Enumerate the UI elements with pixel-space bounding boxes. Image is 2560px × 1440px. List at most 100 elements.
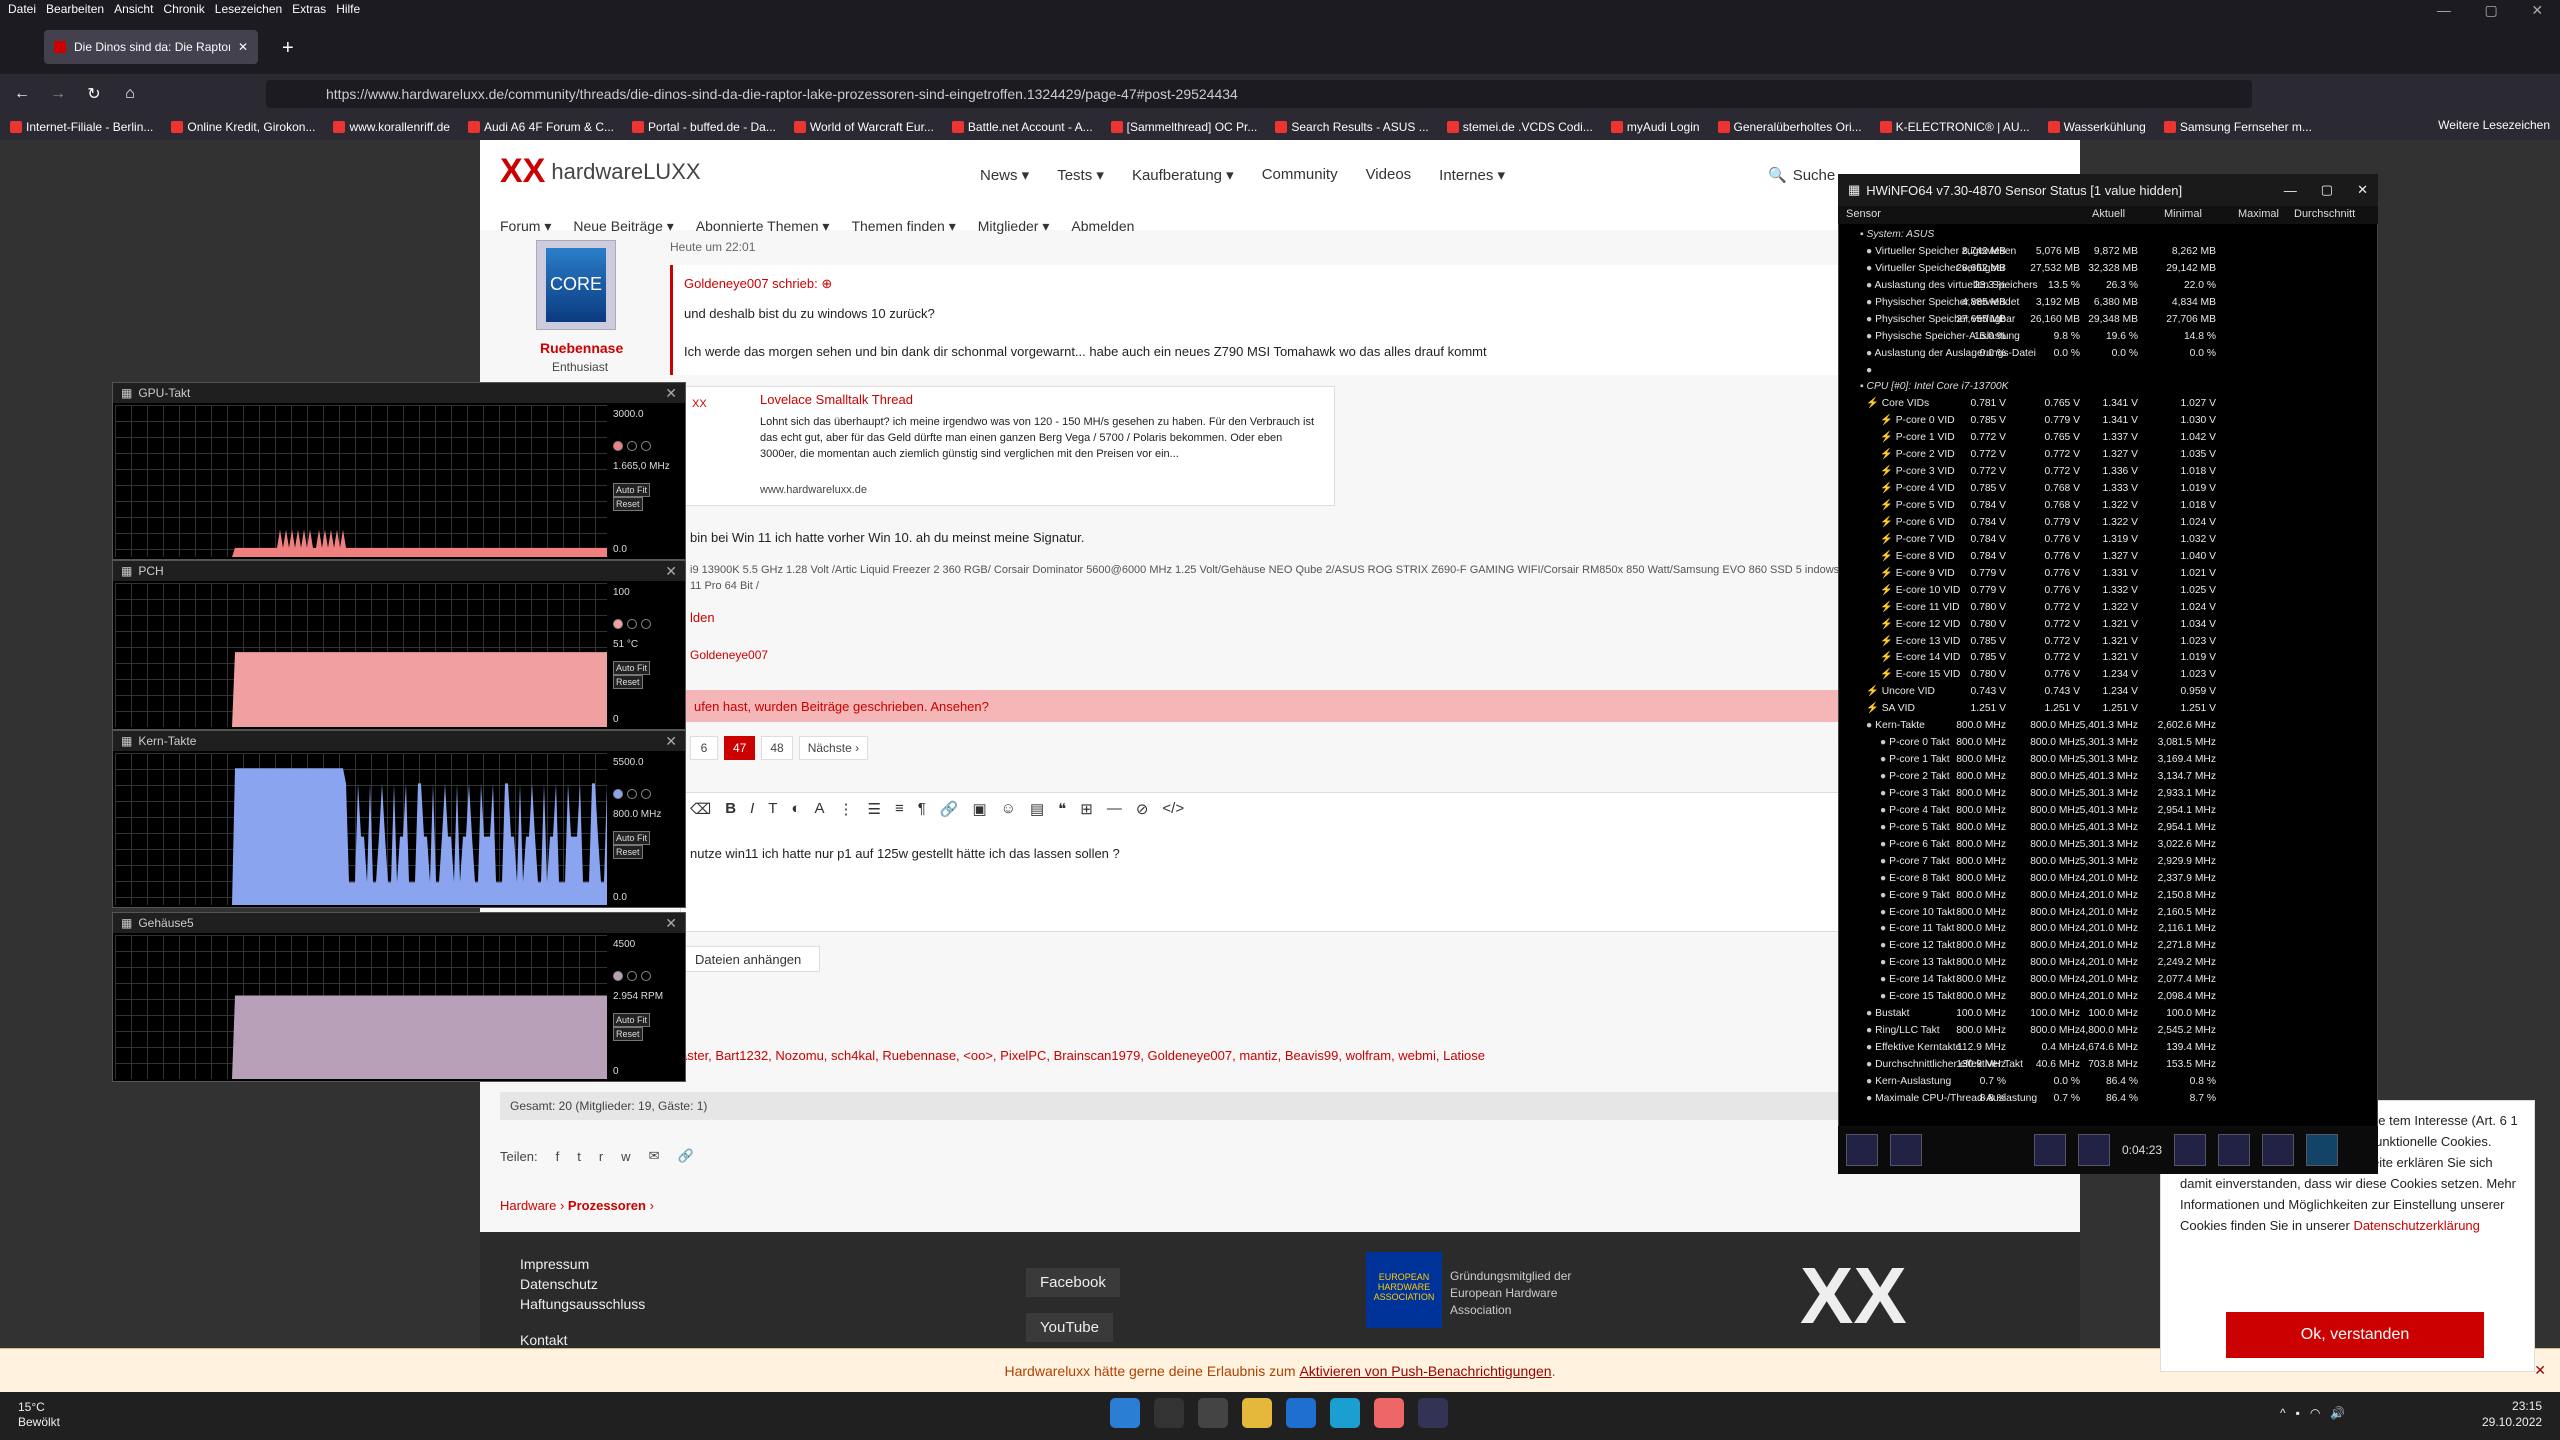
explorer-icon[interactable] [1242,1398,1272,1428]
menu-item[interactable]: Bearbeiten [46,2,104,16]
color-dot-icon[interactable] [641,619,651,629]
privacy-link[interactable]: Datenschutzerklärung [2353,1218,2479,1233]
footer-link-datenschutz[interactable]: Datenschutz [520,1276,598,1292]
sensor-row[interactable]: ● Physische Speicher-Auslastung 15.0 % 9.8… [1846,328,2366,345]
table-icon[interactable]: ⊞ [1080,800,1093,818]
notify-close-icon[interactable]: ✕ [2534,1362,2546,1379]
menu-item[interactable]: Extras [292,2,326,16]
bookmark-item[interactable]: Wasserkühlung [2047,120,2146,134]
sensor-row[interactable]: ● P-core 7 Takt 800.0 MHz 800.0 MHz 5,301.3… [1846,853,2366,870]
sensor-row[interactable]: ● E-core 14 Takt 800.0 MHz 800.0 MHz 4,201.… [1846,971,2366,988]
color-dot-icon[interactable] [613,971,623,981]
embed-url[interactable]: www.hardwareluxx.de [760,484,867,496]
sensor-row[interactable]: ⚡ P-core 6 VID 0.784 V 0.779 V 1.322 V 1.024… [1846,514,2366,531]
clock[interactable]: 23:15 29.10.2022 [2482,1398,2542,1430]
graph-titlebar[interactable]: ▦ Gehäuse5 ✕ [113,913,685,933]
graph-close-icon[interactable]: ✕ [665,385,677,402]
menu-item[interactable]: Hilfe [336,2,360,16]
subnav-item[interactable]: Forum ▾ [500,218,551,235]
sensor-row[interactable]: ⚡ E-core 13 VID 0.785 V 0.772 V 1.321 V 1.02… [1846,633,2366,650]
color-dot-icon[interactable] [627,789,637,799]
sensor-row[interactable]: ● P-core 1 Takt 800.0 MHz 800.0 MHz 5,301.3… [1846,751,2366,768]
nav-item[interactable]: Videos [1366,166,1412,184]
text-size-icon[interactable]: T [768,800,777,818]
sensor-row[interactable]: ● [1846,362,2366,379]
menu-item[interactable]: Datei [8,2,36,16]
cookie-accept-button[interactable]: Ok, verstanden [2226,1312,2484,1358]
sensor-row[interactable]: ● Bustakt 100.0 MHz 100.0 MHz 100.0 MHz 100.… [1846,1005,2366,1022]
reset-button[interactable]: Reset [613,497,643,511]
hw-minimize-icon[interactable]: — [2284,183,2297,198]
nav-item[interactable]: Tests ▾ [1057,166,1104,184]
sensor-row[interactable]: ⚡ P-core 3 VID 0.772 V 0.772 V 1.336 V 1.018… [1846,463,2366,480]
menu-item[interactable]: Ansicht [114,2,153,16]
sensor-row[interactable]: ● Virtueller Speicher zugewiesen 8,742 MB… [1846,243,2366,260]
sensor-row[interactable]: ● Durchschnittlicher effektiver Takt 130.… [1846,1056,2366,1073]
back-icon[interactable]: ← [10,85,34,103]
thread-readers[interactable]: aster, Bart1232, Nozomu, sch4kal, Rueben… [680,1048,1485,1063]
edge-icon[interactable] [1330,1398,1360,1428]
graph-close-icon[interactable]: ✕ [665,915,677,932]
page-link[interactable]: 47 [724,736,756,760]
auto-fit-button[interactable]: Auto Fit [613,483,651,497]
attach-files-button[interactable]: Dateien anhängen [684,946,820,972]
col-sensor[interactable]: Sensor [1846,208,1881,220]
compare-icon[interactable] [2078,1134,2110,1166]
network-icon[interactable] [2034,1134,2066,1166]
sensor-row[interactable]: ● P-core 5 Takt 800.0 MHz 800.0 MHz 5,401.3… [1846,819,2366,836]
nav-arrows-icon[interactable] [1846,1134,1878,1166]
sensor-row[interactable]: ⚡ E-core 10 VID 0.779 V 0.776 V 1.332 V 1.02… [1846,582,2366,599]
bookmark-item[interactable]: stemei.de .VCDS Codi... [1446,120,1593,134]
footer-link-kontakt[interactable]: Kontakt [520,1332,567,1348]
other-bookmarks[interactable]: Weitere Lesezeichen [2438,118,2550,132]
sensor-row[interactable]: ⚡ Uncore VID 0.743 V 0.743 V 1.234 V 0.959 V [1846,683,2366,700]
embed-title[interactable]: Lovelace Smalltalk Thread [760,392,913,407]
wifi-icon[interactable]: ◠ [2310,1406,2320,1420]
color-dot-icon[interactable] [627,441,637,451]
nav-item[interactable]: Kaufberatung ▾ [1132,166,1234,184]
list-icon[interactable]: ☰ [867,800,880,818]
sensor-row[interactable]: ⚡ E-core 9 VID 0.779 V 0.776 V 1.331 V 1.021… [1846,565,2366,582]
image-icon[interactable]: ▣ [972,800,986,818]
graph-window[interactable]: ▦ GPU-Takt ✕ 3000.0 1.665,0 MHz Auto FitReset… [112,382,686,560]
mail-icon[interactable] [1286,1398,1316,1428]
new-tab-icon[interactable]: + [282,38,302,58]
color-dot-icon[interactable] [613,441,623,451]
smiley-icon[interactable]: ☺ [1001,800,1016,818]
subnav-item[interactable]: Mitglieder ▾ [978,218,1050,235]
menu-item[interactable]: Chronik [163,2,204,16]
sensor-row[interactable]: ⚡ E-core 14 VID 0.785 V 0.772 V 1.321 V 1.01… [1846,649,2366,666]
bookmark-item[interactable]: Samsung Fernseher m... [2163,120,2312,134]
likes[interactable]: Goldeneye007 [690,648,768,662]
subnav-item[interactable]: Abmelden [1071,218,1134,235]
col-durchschnitt[interactable]: Durchschnitt [2294,208,2355,220]
bookmark-item[interactable]: [Sammelthread] OC Pr... [1110,120,1257,134]
sensor-row[interactable]: ⚡ Core VIDs 0.781 V 0.765 V 1.341 V 1.027 V [1846,395,2366,412]
report-link[interactable]: lden [690,610,715,625]
sensor-row[interactable]: ⚡ SA VID 1.251 V 1.251 V 1.251 V 1.251 V [1846,700,2366,717]
nav-item[interactable]: Community [1262,166,1338,184]
close-icon[interactable]: ✕ [2531,2,2543,19]
italic-icon[interactable]: I [750,800,754,818]
sensor-row[interactable]: ● P-core 3 Takt 800.0 MHz 800.0 MHz 5,301.3… [1846,785,2366,802]
bookmark-item[interactable]: Portal - buffed.de - Da... [632,120,776,134]
email-icon[interactable]: ✉ [649,1148,660,1164]
col-maximal[interactable]: Maximal [2238,208,2279,220]
bookmark-item[interactable]: World of Warcraft Eur... [793,120,934,134]
color-dot-icon[interactable] [641,789,651,799]
nav-item[interactable]: News ▾ [980,166,1029,184]
align-icon[interactable]: ≡ [895,800,904,818]
sensor-row[interactable]: ● E-core 10 Takt 800.0 MHz 800.0 MHz 4,201.… [1846,904,2366,921]
sensor-row[interactable]: ● E-core 8 Takt 800.0 MHz 800.0 MHz 4,201.0… [1846,870,2366,887]
sensor-row[interactable]: ● E-core 11 Takt 800.0 MHz 800.0 MHz 4,201.… [1846,920,2366,937]
graph-window[interactable]: ▦ Kern-Takte ✕ 5500.0 800.0 MHz Auto FitReset… [112,730,686,908]
new-posts-notice[interactable]: ufen hast, wurden Beiträge geschrieben. … [680,690,1840,722]
hwinfo-sensor-list[interactable]: ▪ System: ASUS ● Virtueller Speicher zuge… [1846,226,2366,1107]
reddit-icon[interactable]: r [599,1149,603,1164]
bookmark-item[interactable]: Search Results - ASUS ... [1275,120,1429,134]
start-icon[interactable] [1110,1398,1140,1428]
tray-app-icon[interactable]: ▪ [2296,1406,2300,1420]
sensor-row[interactable]: ● P-core 6 Takt 800.0 MHz 800.0 MHz 5,301.3… [1846,836,2366,853]
auto-fit-button[interactable]: Auto Fit [613,831,651,845]
subnav-item[interactable]: Abonnierte Themen ▾ [696,218,830,235]
